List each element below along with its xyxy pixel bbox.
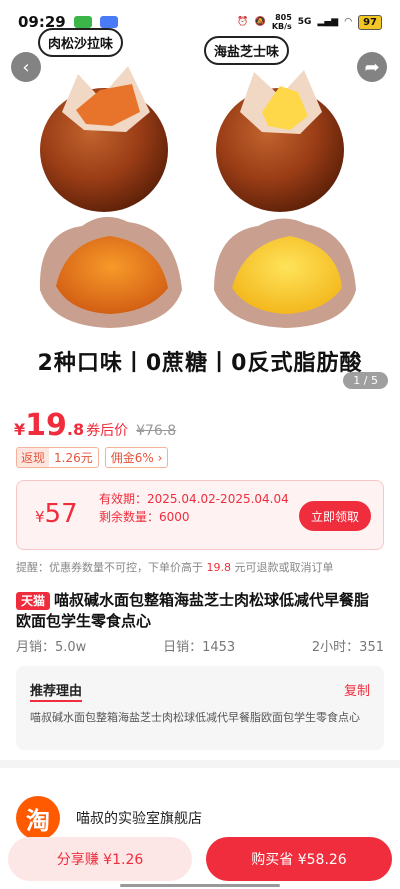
product-detail-page: ‹ ➦ 肉松沙拉味 海盐芝士味 2种口味丨0蔗糖丨0反式脂肪酸 1 / 5 09… (0, 0, 400, 889)
price-integer: 19 (25, 408, 67, 443)
net-speed: 805 KB/s (272, 13, 292, 31)
signal-label: 5G (297, 17, 312, 27)
monthly-sales: 月销：5.0w (16, 640, 87, 655)
notice-highlight: 19.8 (206, 561, 232, 574)
claim-coupon-button[interactable]: 立即领取 (299, 501, 371, 531)
buy-save-button[interactable]: 购买省 ¥58.26 (206, 837, 392, 881)
wechat-app-icon (73, 16, 92, 28)
chevron-right-icon: › (157, 451, 163, 465)
back-button[interactable]: ‹ (11, 52, 41, 82)
sales-stats: 月销：5.0w 日销：1453 2小时：351 (16, 636, 384, 655)
net-speed-value: 805 (275, 13, 292, 22)
bottom-action-bar: 分享赚 ¥1.26 购买省 ¥58.26 (0, 829, 400, 889)
rebate-value: 1.26元 (54, 451, 93, 465)
status-bar: 09:29 ⏰ 🔕 805 KB/s 5G ▂▄▆ ◠ 97 (0, 0, 400, 44)
reason-text: 喵叔碱水面包整箱海盐芝士肉松球低减代早餐脂欧面包学生零食点心 (30, 711, 360, 724)
alarm-icon: ⏰ (237, 17, 249, 27)
rebate-badge: 返现 1.26元 (16, 447, 99, 468)
notice-text-before: 提醒：优惠券数量不可控，下单价高于 (16, 561, 207, 574)
share-button[interactable]: ➦ (357, 52, 387, 82)
signal-icon: ▂▄▆ (317, 17, 339, 27)
net-speed-unit: KB/s (271, 22, 292, 31)
coupon-card: ¥ 57 有效期：2025.04.02-2025.04.04 剩余数量：6000… (16, 480, 384, 550)
status-time: 09:29 (18, 13, 66, 31)
product-info-card: ¥ 19 .8 券后价 ¥76.8 返现 1.26元 佣金6% › ¥ 57 有… (0, 394, 400, 760)
product-title-text: 喵叔碱水面包整箱海盐芝士肉松球低减代早餐脂欧面包学生零食点心 (16, 591, 370, 630)
coupon-currency: ¥ (35, 508, 45, 526)
coupon-value: 57 (44, 499, 78, 529)
rebate-label: 返现 (17, 448, 50, 467)
commission-badge[interactable]: 佣金6% › (104, 447, 169, 468)
coupon-notice: 提醒：优惠券数量不可控，下单价高于 19.8 元可退款或取消订单 (16, 559, 388, 575)
remaining-label: 剩余数量： (99, 510, 160, 524)
product-title: 天猫 喵叔碱水面包整箱海盐芝士肉松球低减代早餐脂欧面包学生零食点心 (16, 590, 384, 632)
product-photo (0, 0, 400, 394)
coupon-amount: ¥ 57 (35, 499, 78, 529)
daily-sales: 日销：1453 (163, 640, 236, 655)
reason-title: 推荐理由 (30, 680, 83, 702)
notice-text-after: 元可退款或取消订单 (231, 561, 334, 574)
battery-indicator: 97 (358, 14, 382, 30)
after-coupon-label: 券后价 (86, 423, 129, 439)
rebate-row: 返现 1.26元 佣金6% › (16, 447, 169, 468)
validity-value: 2025.04.02-2025.04.04 (147, 492, 289, 506)
tmall-badge: 天猫 (16, 592, 51, 610)
hero-caption: 2种口味丨0蔗糖丨0反式脂肪酸 (37, 351, 363, 376)
price-decimal: .8 (66, 420, 85, 439)
shop-name: 喵叔的实验室旗舰店 (76, 811, 202, 827)
mute-icon: 🔕 (254, 17, 266, 27)
remaining-value: 6000 (159, 510, 190, 524)
status-indicators: ⏰ 🔕 805 KB/s 5G ▂▄▆ ◠ 97 (237, 13, 382, 31)
share-earn-button[interactable]: 分享赚 ¥1.26 (8, 837, 192, 881)
coupon-info: 有效期：2025.04.02-2025.04.04 剩余数量：6000 (99, 491, 289, 525)
app-notification-icon (99, 16, 118, 28)
recommend-reason: 推荐理由 复制 喵叔碱水面包整箱海盐芝士肉松球低减代早餐脂欧面包学生零食点心 (16, 666, 384, 750)
share-icon: ➦ (364, 56, 380, 78)
image-counter: 1 / 5 (343, 372, 388, 389)
home-indicator[interactable] (120, 884, 280, 887)
copy-button[interactable]: 复制 (344, 680, 370, 699)
original-price: ¥76.8 (136, 423, 177, 439)
wifi-icon: ◠ (344, 17, 353, 27)
commission-label: 佣金6% (110, 451, 154, 465)
chevron-left-icon: ‹ (22, 56, 30, 78)
validity-label: 有效期： (99, 492, 148, 506)
price-row: ¥ 19 .8 券后价 ¥76.8 (14, 408, 176, 443)
two-hour-sales: 2小时：351 (311, 640, 384, 655)
price-currency: ¥ (14, 420, 26, 439)
product-image-carousel[interactable]: ‹ ➦ 肉松沙拉味 海盐芝士味 2种口味丨0蔗糖丨0反式脂肪酸 1 / 5 (0, 0, 400, 394)
